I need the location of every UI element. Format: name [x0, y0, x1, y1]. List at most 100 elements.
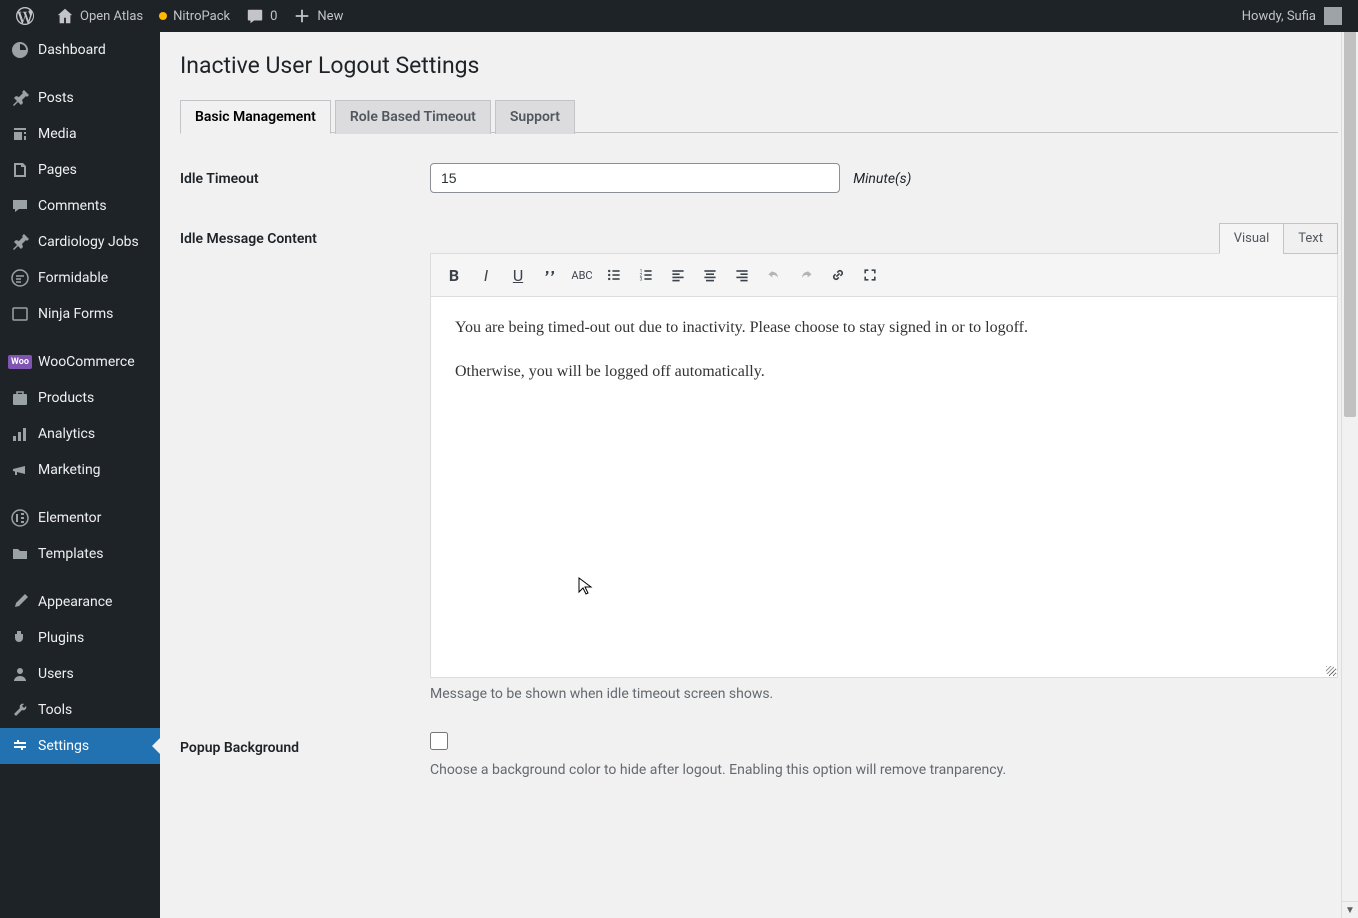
scrollbar-down-button[interactable]: ▼: [1342, 901, 1358, 918]
pin-icon: [10, 232, 30, 252]
sidebar-label: Settings: [38, 738, 89, 754]
sidebar-item-tools[interactable]: Tools: [0, 692, 160, 728]
media-icon: [10, 124, 30, 144]
undo-button[interactable]: [759, 260, 789, 290]
admin-sidebar: Dashboard Posts Media Pages Comments Car…: [0, 32, 160, 918]
sidebar-label: Templates: [38, 546, 104, 562]
settings-icon: [10, 736, 30, 756]
comment-icon: [246, 7, 264, 25]
new-content-link[interactable]: New: [285, 0, 351, 32]
elementor-icon: [10, 508, 30, 528]
new-label: New: [317, 9, 343, 24]
italic-button[interactable]: I: [471, 260, 501, 290]
idle-timeout-label: Idle Timeout: [180, 163, 430, 187]
page-title: Inactive User Logout Settings: [180, 52, 1338, 79]
howdy-text: Howdy, Sufia: [1242, 9, 1316, 24]
dashboard-icon: [10, 40, 30, 60]
sidebar-label: Tools: [38, 702, 72, 718]
scrollbar-thumb[interactable]: [1344, 17, 1356, 417]
quote-button[interactable]: [535, 260, 565, 290]
editor-toolbar: B I U ABC 123: [431, 254, 1337, 297]
tab-support[interactable]: Support: [495, 100, 575, 134]
sidebar-label: Dashboard: [38, 42, 106, 58]
svg-text:3: 3: [640, 277, 643, 283]
avatar: [1324, 7, 1342, 25]
sidebar-item-appearance[interactable]: Appearance: [0, 584, 160, 620]
sidebar-item-comments[interactable]: Comments: [0, 188, 160, 224]
sidebar-item-formidable[interactable]: Formidable: [0, 260, 160, 296]
sidebar-item-ninja[interactable]: Ninja Forms: [0, 296, 160, 332]
underline-button[interactable]: U: [503, 260, 533, 290]
editor-tab-text[interactable]: Text: [1283, 223, 1338, 254]
nitropack-status-dot: [159, 12, 167, 20]
fullscreen-button[interactable]: [855, 260, 885, 290]
numbered-list-button[interactable]: 123: [631, 260, 661, 290]
site-name: Open Atlas: [80, 9, 143, 24]
popup-bg-checkbox[interactable]: [430, 732, 448, 750]
sidebar-item-pages[interactable]: Pages: [0, 152, 160, 188]
sidebar-item-templates[interactable]: Templates: [0, 536, 160, 572]
analytics-icon: [10, 424, 30, 444]
align-left-button[interactable]: [663, 260, 693, 290]
sidebar-label: Pages: [38, 162, 77, 178]
tab-basic-management[interactable]: Basic Management: [180, 100, 331, 134]
form-icon: [10, 304, 30, 324]
sidebar-item-plugins[interactable]: Plugins: [0, 620, 160, 656]
sidebar-label: Cardiology Jobs: [38, 234, 139, 250]
pages-icon: [10, 160, 30, 180]
main-content: Inactive User Logout Settings Basic Mana…: [160, 32, 1358, 918]
sidebar-item-posts[interactable]: Posts: [0, 80, 160, 116]
align-right-button[interactable]: [727, 260, 757, 290]
plus-icon: [293, 7, 311, 25]
sidebar-label: Products: [38, 390, 94, 406]
sidebar-item-settings[interactable]: Settings: [0, 728, 160, 764]
sidebar-item-users[interactable]: Users: [0, 656, 160, 692]
rich-text-editor: B I U ABC 123: [430, 253, 1338, 678]
sidebar-item-elementor[interactable]: Elementor: [0, 500, 160, 536]
editor-paragraph: You are being timed-out out due to inact…: [455, 315, 1313, 341]
sidebar-item-cardiology[interactable]: Cardiology Jobs: [0, 224, 160, 260]
plugin-icon: [10, 628, 30, 648]
idle-timeout-input[interactable]: [430, 163, 840, 193]
comments-link[interactable]: 0: [238, 0, 285, 32]
sidebar-label: Marketing: [38, 462, 101, 478]
wrench-icon: [10, 700, 30, 720]
wordpress-logo[interactable]: [8, 0, 48, 32]
wordpress-icon: [16, 7, 34, 25]
link-button[interactable]: [823, 260, 853, 290]
pin-icon: [10, 88, 30, 108]
sidebar-label: Users: [38, 666, 74, 682]
sidebar-label: Media: [38, 126, 77, 142]
sidebar-item-marketing[interactable]: Marketing: [0, 452, 160, 488]
comments-icon: [10, 196, 30, 216]
bullet-list-button[interactable]: [599, 260, 629, 290]
admin-toolbar: Open Atlas NitroPack 0 New Howdy, Sufia: [0, 0, 1358, 32]
sidebar-item-analytics[interactable]: Analytics: [0, 416, 160, 452]
sidebar-label: Elementor: [38, 510, 101, 526]
align-center-button[interactable]: [695, 260, 725, 290]
account-link[interactable]: Howdy, Sufia: [1234, 0, 1350, 32]
nitropack-link[interactable]: NitroPack: [151, 0, 238, 32]
bold-button[interactable]: B: [439, 260, 469, 290]
sidebar-label: Posts: [38, 90, 74, 106]
sidebar-label: WooCommerce: [38, 354, 135, 370]
idle-message-description: Message to be shown when idle timeout sc…: [430, 686, 1338, 702]
sidebar-item-woocommerce[interactable]: Woo WooCommerce: [0, 344, 160, 380]
site-name-link[interactable]: Open Atlas: [48, 0, 151, 32]
popup-bg-label: Popup Background: [180, 732, 430, 756]
redo-button[interactable]: [791, 260, 821, 290]
sidebar-label: Plugins: [38, 630, 84, 646]
sidebar-label: Analytics: [38, 426, 95, 442]
products-icon: [10, 388, 30, 408]
strikethrough-button[interactable]: ABC: [567, 260, 597, 290]
sidebar-item-dashboard[interactable]: Dashboard: [0, 32, 160, 68]
formidable-icon: [10, 268, 30, 288]
sidebar-item-products[interactable]: Products: [0, 380, 160, 416]
scrollbar[interactable]: ▲ ▼: [1341, 0, 1358, 918]
editor-content-area[interactable]: You are being timed-out out due to inact…: [431, 297, 1337, 677]
home-icon: [56, 7, 74, 25]
editor-tab-visual[interactable]: Visual: [1219, 223, 1285, 254]
sidebar-item-media[interactable]: Media: [0, 116, 160, 152]
tab-role-based-timeout[interactable]: Role Based Timeout: [335, 100, 491, 134]
resize-handle[interactable]: [1321, 661, 1337, 677]
